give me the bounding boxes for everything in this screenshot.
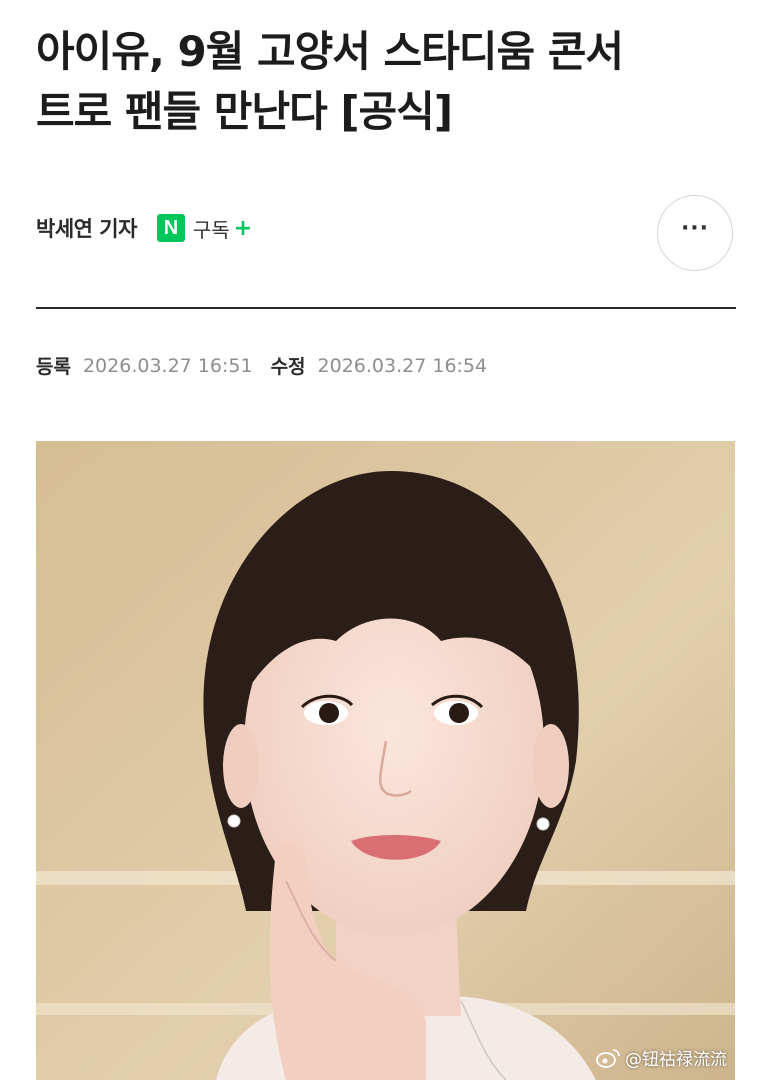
- weibo-watermark: @钮祜禄流流: [595, 1045, 727, 1070]
- article-photo[interactable]: @钮祜禄流流: [36, 441, 735, 1080]
- more-dots-icon: ···: [680, 215, 710, 241]
- registered-label: 등록: [36, 356, 71, 378]
- reporter-name[interactable]: 박세연 기자: [36, 213, 137, 243]
- modified-label: 수정: [270, 356, 306, 378]
- subscribe-button[interactable]: 구독 +: [193, 214, 252, 243]
- headline-line-2: 트로 팬들 만난다 [공식]: [36, 87, 453, 136]
- registered-time: 2026.03.27 16:51: [82, 354, 253, 377]
- weibo-icon: [596, 1048, 620, 1068]
- subscribe-label: 구독: [192, 217, 230, 242]
- header-divider: [36, 307, 736, 309]
- watermark-text: @钮祜禄流流: [625, 1050, 727, 1070]
- photo-illustration: [36, 441, 735, 1080]
- headline-line-1: 아이유, 9월 고양서 스타디움 콘서: [36, 27, 624, 76]
- plus-icon: +: [233, 215, 253, 241]
- more-options-button[interactable]: ···: [657, 195, 733, 271]
- article-dates: 등록 2026.03.27 16:51 수정 2026.03.27 16:54: [36, 352, 487, 379]
- article-headline: 아이유, 9월 고양서 스타디움 콘서 트로 팬들 만난다 [공식]: [36, 22, 736, 142]
- naver-n-icon: N: [156, 214, 185, 242]
- modified-time: 2026.03.27 16:54: [317, 354, 488, 377]
- byline: 박세연 기자 N 구독 +: [36, 211, 252, 245]
